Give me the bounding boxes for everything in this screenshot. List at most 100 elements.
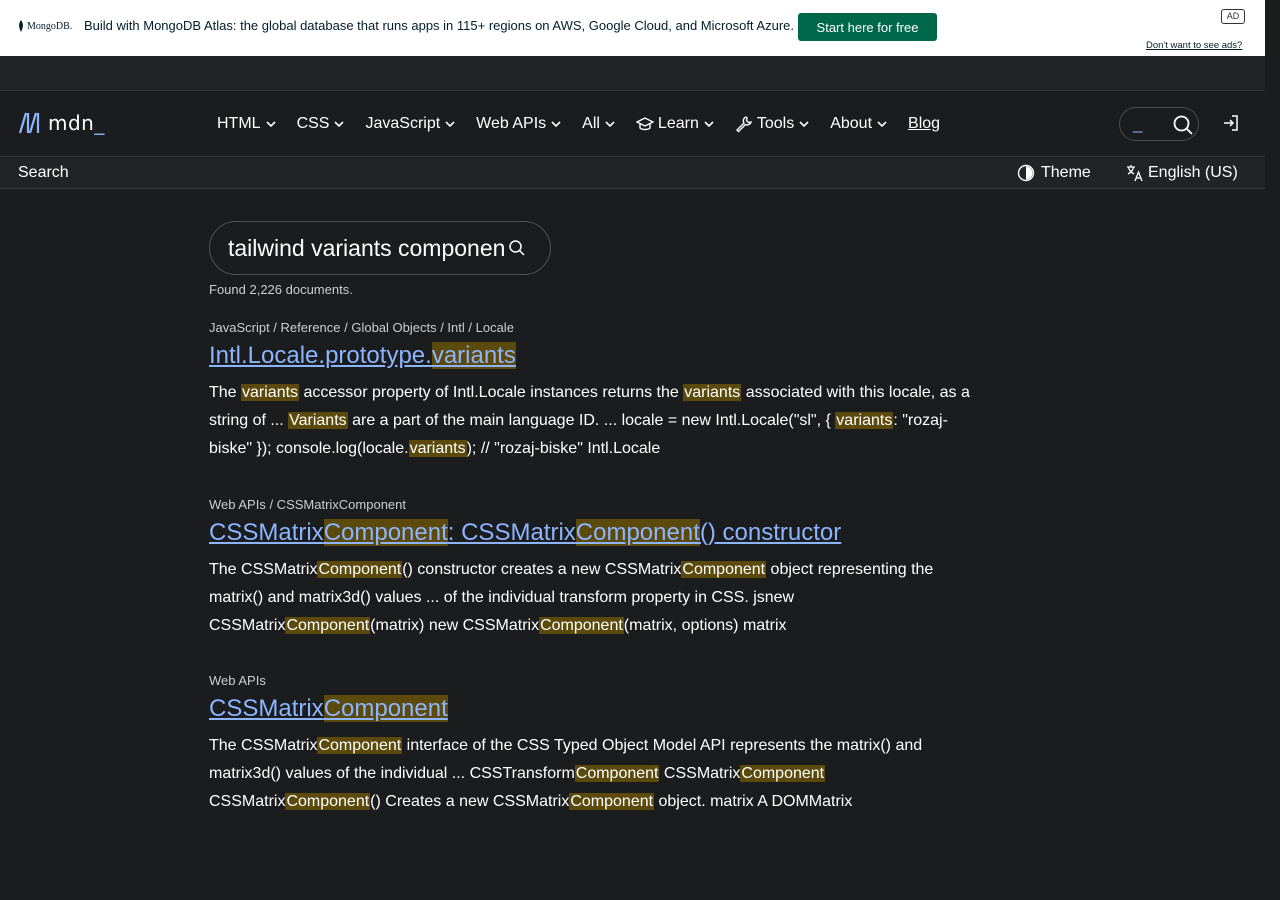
- highlight-match: Component: [574, 764, 660, 782]
- highlight-match: Component: [317, 736, 403, 754]
- sub-bar: Search Theme English (US): [0, 158, 1265, 189]
- nav-html[interactable]: HTML: [217, 115, 277, 133]
- ad-brand: MongoDB.: [27, 20, 73, 32]
- highlight-match: Component: [575, 519, 700, 546]
- search-cursor: _: [1133, 114, 1143, 133]
- nav-about[interactable]: About: [830, 115, 888, 133]
- highlight-match: Component: [681, 560, 767, 578]
- nav-label: HTML: [217, 115, 261, 132]
- breadcrumb-search: Search: [18, 164, 69, 181]
- nav-label: Web APIs: [476, 115, 547, 132]
- chevron-down-icon: [551, 121, 561, 128]
- text-segment: (matrix) new CSSMatrix: [370, 616, 540, 634]
- search-icon[interactable]: [508, 239, 526, 257]
- highlight-match: Component: [323, 519, 448, 546]
- text-segment: CSSMatrix: [209, 519, 324, 546]
- highlight-match: Component: [285, 792, 371, 810]
- language-label: English (US): [1148, 164, 1238, 181]
- highlight-match: Variants: [288, 411, 348, 429]
- chevron-down-icon: [445, 121, 455, 128]
- text-segment: Intl.Locale.prototype.: [209, 342, 432, 369]
- nav-blog-link[interactable]: Blog: [908, 115, 940, 133]
- search-query-box[interactable]: [209, 221, 551, 275]
- text-segment: ); // "rozaj-biske" Intl.Locale: [466, 439, 661, 457]
- nav-javascript[interactable]: JavaScript: [365, 115, 456, 133]
- text-segment: CSSMatrix: [209, 695, 324, 722]
- chevron-down-icon: [799, 121, 809, 128]
- translate-icon: [1127, 165, 1143, 182]
- mdn-logo-icon: [18, 112, 40, 134]
- mdn-logo[interactable]: mdn_: [18, 111, 105, 135]
- search-result: Web APIs CSSMatrixComponent The CSSMatri…: [209, 673, 979, 816]
- nav-all[interactable]: All: [582, 115, 616, 133]
- text-segment: () Creates a new CSSMatrix: [370, 792, 570, 810]
- text-segment: accessor property of Intl.Locale instanc…: [299, 383, 684, 401]
- search-result: JavaScript / Reference / Global Objects …: [209, 320, 979, 463]
- text-segment: CSSMatrix: [659, 764, 741, 782]
- chevron-down-icon: [877, 121, 887, 128]
- nav-label: CSS: [296, 115, 330, 132]
- search-icon: [1173, 115, 1193, 135]
- logo-underscore: _: [94, 111, 105, 135]
- ad-optout-link[interactable]: Don't want to see ads?: [1146, 40, 1242, 51]
- result-breadcrumb: Web APIs / CSSMatrixComponent: [209, 497, 407, 512]
- theme-icon: [1017, 164, 1035, 182]
- nav-tools[interactable]: Tools: [735, 115, 810, 133]
- highlight-match: variants: [683, 383, 742, 401]
- result-snippet: The variants accessor property of Intl.L…: [209, 379, 979, 463]
- header-search-button[interactable]: _: [1119, 107, 1199, 141]
- theme-toggle[interactable]: Theme: [1017, 164, 1091, 182]
- language-selector[interactable]: English (US): [1126, 164, 1238, 182]
- highlight-match: Component: [740, 764, 826, 782]
- ad-banner: MongoDB. Build with MongoDB Atlas: the g…: [0, 0, 1265, 56]
- chevron-down-icon: [704, 121, 714, 128]
- nav-label: JavaScript: [365, 115, 441, 132]
- ad-message[interactable]: Build with MongoDB Atlas: the global dat…: [84, 18, 794, 33]
- text-segment: (matrix, options) matrix: [623, 616, 787, 634]
- result-breadcrumb: JavaScript / Reference / Global Objects …: [209, 320, 514, 335]
- result-breadcrumb: Web APIs: [209, 673, 266, 688]
- highlight-match: variants: [431, 342, 516, 369]
- result-title-link[interactable]: CSSMatrixComponent: CSSMatrixComponent()…: [209, 519, 979, 548]
- nav-label: All: [582, 115, 600, 132]
- result-title-link[interactable]: Intl.Locale.prototype.variants: [209, 342, 979, 371]
- chevron-down-icon: [605, 121, 615, 128]
- main-nav: HTML CSS JavaScript Web APIs All Learn T…: [217, 91, 940, 157]
- nav-label: About: [830, 115, 873, 132]
- theme-label: Theme: [1041, 164, 1091, 181]
- nav-learn[interactable]: Learn: [635, 115, 715, 133]
- text-segment: () constructor creates a new CSSMatrix: [402, 560, 682, 578]
- graduation-cap-icon: [635, 117, 654, 131]
- result-title-link[interactable]: CSSMatrixComponent: [209, 695, 979, 724]
- highlight-match: Component: [323, 695, 448, 722]
- nav-css[interactable]: CSS: [297, 115, 346, 133]
- highlight-match: Component: [285, 616, 371, 634]
- text-segment: The CSSMatrix: [209, 736, 318, 754]
- ad-badge[interactable]: AD: [1221, 9, 1245, 24]
- highlight-match: Component: [539, 616, 624, 634]
- mongodb-logo[interactable]: MongoDB.: [18, 20, 72, 32]
- text-segment: The CSSMatrix: [209, 560, 318, 578]
- nav-web-apis[interactable]: Web APIs: [476, 115, 562, 133]
- nav-label: Tools: [756, 115, 795, 132]
- text-segment: The: [209, 383, 242, 401]
- text-segment: CSSMatrix: [209, 792, 286, 810]
- wrench-icon: [735, 116, 752, 133]
- login-icon[interactable]: [1222, 114, 1240, 132]
- logo-text: mdn: [48, 111, 95, 135]
- text-segment: are a part of the main language ID. ... …: [347, 411, 836, 429]
- highlight-match: Component: [317, 560, 403, 578]
- text-segment: object. matrix A DOMMatrix: [654, 792, 853, 810]
- highlight-match: Component: [569, 792, 655, 810]
- ad-cta-button[interactable]: Start here for free: [798, 13, 937, 41]
- text-segment: () constructor: [699, 519, 842, 546]
- highlight-match: variants: [408, 439, 467, 457]
- search-result: Web APIs / CSSMatrixComponent CSSMatrixC…: [209, 497, 979, 640]
- highlight-match: variants: [241, 383, 300, 401]
- search-query-input[interactable]: [228, 234, 504, 262]
- site-header: mdn_ HTML CSS JavaScript Web APIs All Le…: [0, 91, 1265, 157]
- result-snippet: The CSSMatrixComponent interface of the …: [209, 732, 979, 816]
- results-count: Found 2,226 documents.: [209, 282, 353, 297]
- chevron-down-icon: [334, 121, 345, 128]
- highlight-match: variants: [835, 411, 894, 429]
